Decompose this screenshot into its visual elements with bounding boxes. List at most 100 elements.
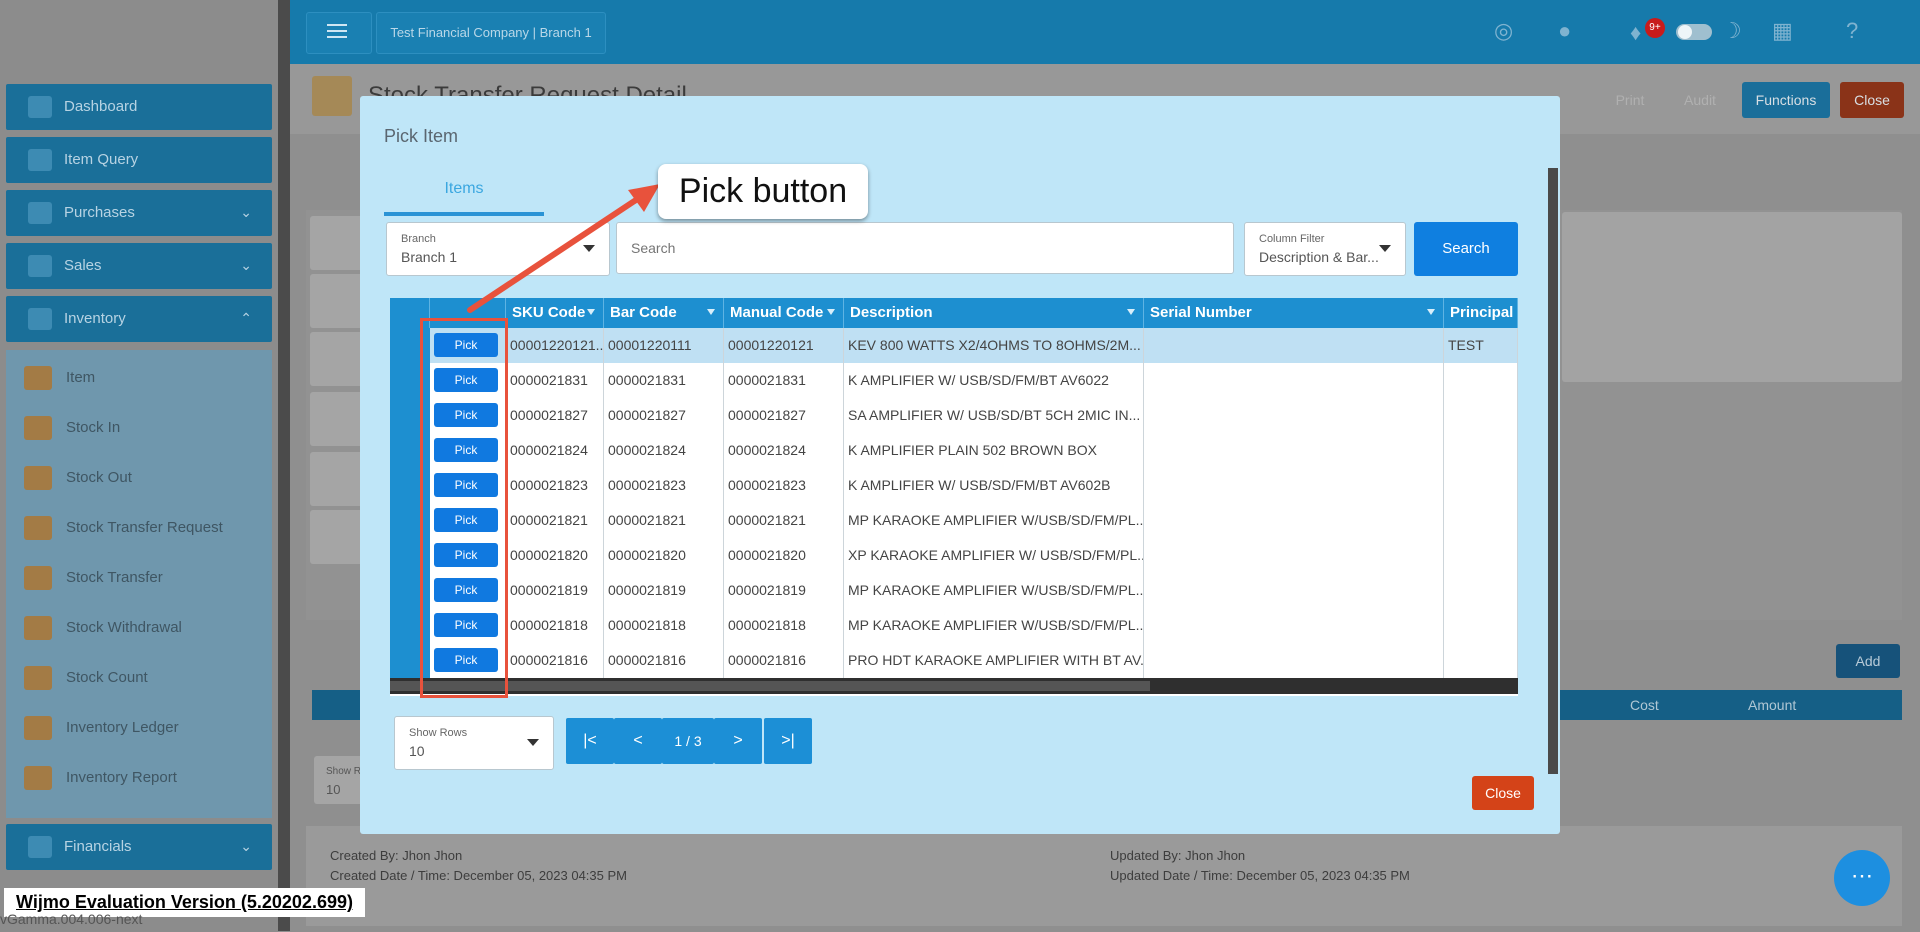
cell-serial[interactable] bbox=[1144, 643, 1444, 678]
submenu-item[interactable]: Stock Out bbox=[24, 466, 132, 490]
cell-principal[interactable]: TEST bbox=[1444, 328, 1518, 363]
cell-bar[interactable]: 0000021827 bbox=[604, 398, 724, 433]
prev-page-button[interactable]: < bbox=[614, 718, 662, 764]
cell-serial[interactable] bbox=[1144, 433, 1444, 468]
sidebar-item-purchases[interactable]: Purchases ⌄ bbox=[6, 190, 272, 236]
cell-sku[interactable]: 0000021818 bbox=[506, 608, 604, 643]
cell-manual[interactable]: 0000021818 bbox=[724, 608, 844, 643]
cell-principal[interactable] bbox=[1444, 573, 1518, 608]
cell-desc[interactable]: K AMPLIFIER W/ USB/SD/FM/BT AV602B bbox=[844, 468, 1144, 503]
filter-icon[interactable] bbox=[1427, 309, 1435, 315]
submenu-item[interactable]: Stock Count bbox=[24, 666, 148, 690]
cell-serial[interactable] bbox=[1144, 363, 1444, 398]
column-header-serial[interactable]: Serial Number bbox=[1144, 298, 1444, 328]
submenu-item[interactable]: Stock Transfer bbox=[24, 566, 163, 590]
cell-serial[interactable] bbox=[1144, 398, 1444, 433]
cell-desc[interactable]: XP KARAOKE AMPLIFIER W/ USB/SD/FM/PL... bbox=[844, 538, 1144, 573]
calendar-icon[interactable]: ▦ bbox=[1772, 18, 1793, 44]
page-close-button[interactable]: Close bbox=[1840, 82, 1904, 118]
submenu-item[interactable]: Inventory Ledger bbox=[24, 716, 179, 740]
cell-serial[interactable] bbox=[1144, 468, 1444, 503]
cell-manual[interactable]: 0000021820 bbox=[724, 538, 844, 573]
cell-manual[interactable]: 00001220121 bbox=[724, 328, 844, 363]
cell-desc[interactable]: KEV 800 WATTS X2/4OHMS TO 8OHMS/2M... bbox=[844, 328, 1144, 363]
cell-sku[interactable]: 0000021823 bbox=[506, 468, 604, 503]
cell-bar[interactable]: 0000021823 bbox=[604, 468, 724, 503]
cell-serial[interactable] bbox=[1144, 328, 1444, 363]
cell-manual[interactable]: 0000021816 bbox=[724, 643, 844, 678]
cell-principal[interactable] bbox=[1444, 503, 1518, 538]
submenu-item[interactable]: Inventory Report bbox=[24, 766, 177, 790]
submenu-item[interactable]: Stock In bbox=[24, 416, 120, 440]
cell-sku[interactable]: 0000021821 bbox=[506, 503, 604, 538]
cell-desc[interactable]: K AMPLIFIER PLAIN 502 BROWN BOX bbox=[844, 433, 1144, 468]
table-row[interactable]: Pick 0000021831 0000021831 0000021831 K AMPL… bbox=[390, 363, 1518, 399]
print-button[interactable]: Print bbox=[1600, 82, 1660, 118]
column-header-description[interactable]: Description bbox=[844, 298, 1144, 328]
table-row[interactable]: Pick 0000021819 0000021819 0000021819 MP KAR… bbox=[390, 573, 1518, 609]
submenu-item[interactable]: Item bbox=[24, 366, 95, 390]
cell-principal[interactable] bbox=[1444, 398, 1518, 433]
cell-sku[interactable]: 0000021824 bbox=[506, 433, 604, 468]
table-row[interactable]: Pick 00001220121... 00001220111 00001220121… bbox=[390, 328, 1518, 364]
filter-icon[interactable] bbox=[707, 309, 715, 315]
cell-bar[interactable]: 00001220111 bbox=[604, 328, 724, 363]
company-selector[interactable]: Test Financial Company | Branch 1 bbox=[376, 12, 606, 54]
cell-principal[interactable] bbox=[1444, 538, 1518, 573]
cell-sku[interactable]: 0000021820 bbox=[506, 538, 604, 573]
cell-manual[interactable]: 0000021819 bbox=[724, 573, 844, 608]
cell-desc[interactable]: SA AMPLIFIER W/ USB/SD/BT 5CH 2MIC IN... bbox=[844, 398, 1144, 433]
cell-bar[interactable]: 0000021818 bbox=[604, 608, 724, 643]
table-row[interactable]: Pick 0000021820 0000021820 0000021820 XP KAR… bbox=[390, 538, 1518, 574]
cell-bar[interactable]: 0000021816 bbox=[604, 643, 724, 678]
cell-manual[interactable]: 0000021821 bbox=[724, 503, 844, 538]
cell-desc[interactable]: MP KARAOKE AMPLIFIER W/USB/SD/FM/PL... bbox=[844, 573, 1144, 608]
cell-sku[interactable]: 0000021831 bbox=[506, 363, 604, 398]
sidebar-item-financials[interactable]: Financials ⌄ bbox=[6, 824, 272, 870]
next-page-button[interactable]: > bbox=[714, 718, 762, 764]
cell-principal[interactable] bbox=[1444, 363, 1518, 398]
sidebar-item-inventory[interactable]: Inventory ⌃ bbox=[6, 296, 272, 342]
add-button[interactable]: Add bbox=[1836, 644, 1900, 678]
column-header-principal[interactable]: Principal bbox=[1444, 298, 1518, 328]
cell-serial[interactable] bbox=[1144, 573, 1444, 608]
cell-sku[interactable]: 00001220121... bbox=[506, 328, 604, 363]
last-page-button[interactable]: >| bbox=[764, 718, 812, 764]
cell-manual[interactable]: 0000021831 bbox=[724, 363, 844, 398]
column-header-manual-code[interactable]: Manual Code bbox=[724, 298, 844, 328]
table-row[interactable]: Pick 0000021824 0000021824 0000021824 K AMPL… bbox=[390, 433, 1518, 469]
table-row[interactable]: Pick 0000021816 0000021816 0000021816 PRO HD… bbox=[390, 643, 1518, 679]
audit-button[interactable]: Audit bbox=[1670, 82, 1730, 118]
cell-bar[interactable]: 0000021821 bbox=[604, 503, 724, 538]
sidebar-item-item-query[interactable]: Item Query bbox=[6, 137, 272, 183]
cell-desc[interactable]: MP KARAOKE AMPLIFIER W/USB/SD/FM/PL... bbox=[844, 608, 1144, 643]
bell-icon[interactable]: ♦ bbox=[1630, 20, 1641, 46]
first-page-button[interactable]: |< bbox=[566, 718, 614, 764]
cell-serial[interactable] bbox=[1144, 538, 1444, 573]
cell-principal[interactable] bbox=[1444, 433, 1518, 468]
filter-icon[interactable] bbox=[1127, 309, 1135, 315]
cell-manual[interactable]: 0000021823 bbox=[724, 468, 844, 503]
cell-sku[interactable]: 0000021819 bbox=[506, 573, 604, 608]
user-icon[interactable]: ● bbox=[1558, 18, 1571, 44]
table-row[interactable]: Pick 0000021818 0000021818 0000021818 MP KAR… bbox=[390, 608, 1518, 644]
table-row[interactable]: Pick 0000021827 0000021827 0000021827 SA AMP… bbox=[390, 398, 1518, 434]
search-button[interactable]: Search bbox=[1414, 222, 1518, 276]
help-icon[interactable]: ? bbox=[1846, 18, 1858, 44]
cell-bar[interactable]: 0000021824 bbox=[604, 433, 724, 468]
sidebar-item-sales[interactable]: Sales ⌄ bbox=[6, 243, 272, 289]
cell-principal[interactable] bbox=[1444, 643, 1518, 678]
modal-close-button[interactable]: Close bbox=[1472, 776, 1534, 810]
functions-button[interactable]: Functions bbox=[1742, 82, 1830, 118]
cell-principal[interactable] bbox=[1444, 608, 1518, 643]
cell-manual[interactable]: 0000021827 bbox=[724, 398, 844, 433]
cell-principal[interactable] bbox=[1444, 468, 1518, 503]
sidebar-item-dashboard[interactable]: Dashboard bbox=[6, 84, 272, 130]
cell-serial[interactable] bbox=[1144, 503, 1444, 538]
table-row[interactable]: Pick 0000021821 0000021821 0000021821 MP KAR… bbox=[390, 503, 1518, 539]
cell-desc[interactable]: PRO HDT KARAOKE AMPLIFIER WITH BT AV... bbox=[844, 643, 1144, 678]
cell-bar[interactable]: 0000021831 bbox=[604, 363, 724, 398]
cell-bar[interactable]: 0000021820 bbox=[604, 538, 724, 573]
cell-desc[interactable]: K AMPLIFIER W/ USB/SD/FM/BT AV6022 bbox=[844, 363, 1144, 398]
globe-icon[interactable]: ◎ bbox=[1494, 18, 1513, 44]
